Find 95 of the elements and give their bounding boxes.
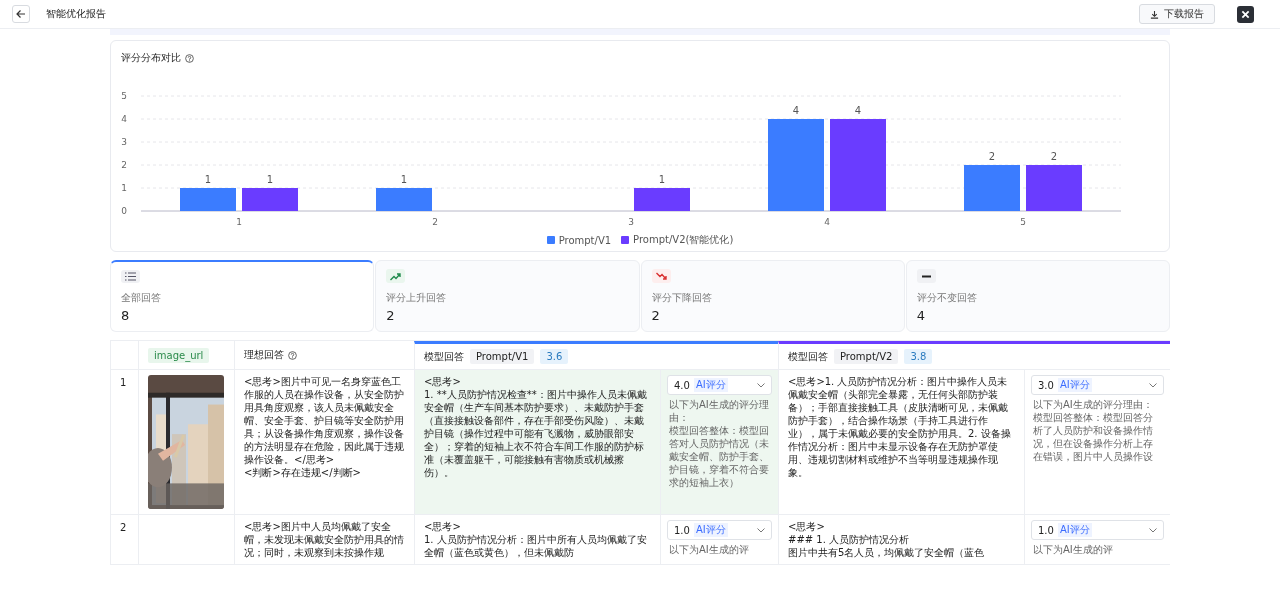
trend-down-icon xyxy=(655,271,667,281)
list-icon xyxy=(125,272,136,281)
bar xyxy=(634,188,690,211)
back-button[interactable] xyxy=(12,5,30,23)
bar xyxy=(180,188,236,211)
bar-value-label: 1 xyxy=(266,174,274,185)
axis-tick-label: 5 xyxy=(121,91,127,101)
score-value: 1.0 xyxy=(1038,524,1054,536)
bar xyxy=(964,165,1020,211)
help-icon[interactable] xyxy=(185,53,194,63)
stat-card[interactable]: 评分下降回答 2 xyxy=(640,260,905,332)
score-select[interactable]: 4.0 AI评分 xyxy=(667,375,772,395)
bar-value-label: 1 xyxy=(658,174,666,185)
chart-title: 评分分布对比 xyxy=(121,51,181,65)
model-answer-text: 1. **人员防护情况检查**：图片中操作人员未佩戴安全帽（生产车间基本防护要求）、未戴防护手套（直接接触设备部件，存在手部受伤风险）、未戴护目镜（操作过程中可能有飞溅物，威胁眼部安全）；穿着的短袖上衣不符合车间工作服的防护标准（未覆盖躯干，可能接触有害物质或机械擦伤）。 xyxy=(424,388,648,479)
score-reason-text: 模型回答整体：模型回答分析了人员防护和设备操作情况，但在设备操作分析上存在错误，图片中人员操作设 xyxy=(1033,411,1154,463)
bar-value-label: 2 xyxy=(1050,151,1058,162)
legend-label[interactable]: Prompt/V1 xyxy=(558,234,612,246)
axis-tick-label: 1 xyxy=(236,217,242,227)
axis-tick-label: 4 xyxy=(824,217,830,227)
ideal-answer-text: <思考>图片中可见一名身穿蓝色工作服的人员在操作设备，从安全防护用具角度观察，该人员未佩戴安全帽、安全手套、护目镜等安全防护用具；从设备操作角度观察，操作设备的方法明显存在危险，因此属于违规操作设备。</思考> xyxy=(244,375,405,466)
ai-score-tag: AI评分 xyxy=(1057,523,1092,537)
score-reason-text: 以下为AI生成的评 xyxy=(1033,543,1114,556)
close-icon xyxy=(1241,9,1250,19)
axis-tick-label: 2 xyxy=(121,160,127,170)
score-reason-text: 模型回答整体：模型回答对人员防护情况（未戴安全帽、防护手套、护目镜，穿着不符合要求的短袖上衣） xyxy=(669,424,770,489)
close-button[interactable] xyxy=(1237,5,1254,23)
caret-icon xyxy=(757,382,765,388)
column-header: 理想回答 xyxy=(244,348,284,362)
score-value: 3.0 xyxy=(1038,379,1054,391)
row-index: 2 xyxy=(110,515,138,564)
score-select[interactable]: 3.0 AI评分 xyxy=(1031,375,1164,395)
trend-up-icon xyxy=(390,271,402,281)
ideal-answer-text: <判断>存在违规</判断> xyxy=(244,466,362,479)
axis-tick-label: 4 xyxy=(121,114,127,124)
back-arrow-icon xyxy=(16,9,26,19)
model-answer-text: ### 1. 人员防护情况分析 xyxy=(788,533,911,546)
score-reason-text: 以下为AI生成的评 xyxy=(669,543,750,556)
stat-label: 评分上升回答 xyxy=(386,291,447,305)
model-answer-text: <思考> xyxy=(424,375,462,388)
ai-score-tag: AI评分 xyxy=(693,378,728,392)
bar xyxy=(1026,165,1082,211)
column-header: 模型回答 xyxy=(424,349,464,364)
score-select[interactable]: 1.0 AI评分 xyxy=(667,520,772,540)
prompt-tag: Prompt/V2 xyxy=(834,349,899,364)
stat-label: 评分不变回答 xyxy=(916,291,977,305)
axis-tick-label: 3 xyxy=(121,137,127,147)
ideal-answer-text: <思考>图片中人员均佩戴了安全帽，未发现未佩戴安全防护用具的情况；同时，未观察到未按操作规 xyxy=(244,520,405,559)
download-button[interactable]: 下载报告 xyxy=(1139,4,1215,24)
bar-value-label: 1 xyxy=(204,174,212,185)
stat-label: 全部回答 xyxy=(121,291,161,305)
legend-label[interactable]: Prompt/V2(智能优化) xyxy=(633,233,734,247)
model-answer-text: <思考>1. 人员防护情况分析：图片中操作人员未佩戴安全帽（头部完全暴露，无任何头部防护装备）；手部直接接触工具（皮肤清晰可见，未佩戴防护手套），结合操作场景（手持工具进行作业），属于未佩戴必要的安全防护用具。2. 设备操作情况分析：图片中未显示设备存在无防护罩使用、违规切割材料或维护不当等明显违规操作现象。 xyxy=(788,375,1012,479)
model-answer-text: <思考> xyxy=(424,520,462,533)
stat-card[interactable]: 全部回答 8 xyxy=(110,260,375,332)
model-answer-text: 图片中共有5名人员，均佩戴了安全帽（蓝色 xyxy=(788,546,986,559)
axis-tick-label: 1 xyxy=(121,183,127,193)
score-reason-text: 以下为AI生成的评分理由： xyxy=(1033,398,1154,411)
bar-value-label: 4 xyxy=(854,105,862,116)
stat-value: 2 xyxy=(651,308,660,323)
caret-icon xyxy=(757,527,765,533)
score-value: 1.0 xyxy=(674,524,690,536)
stat-card[interactable]: 评分不变回答 4 xyxy=(905,260,1170,332)
axis-tick-label: 0 xyxy=(121,206,127,216)
score-select[interactable]: 1.0 AI评分 xyxy=(1031,520,1164,540)
caret-icon xyxy=(1149,527,1157,533)
axis-tick-label: 2 xyxy=(432,217,438,227)
axis-tick-label: 5 xyxy=(1020,217,1026,227)
model-answer-text: <思考> xyxy=(788,520,826,533)
help-icon[interactable] xyxy=(288,350,297,360)
ai-score-tag: AI评分 xyxy=(1057,378,1092,392)
score-badge: 3.6 xyxy=(540,349,569,364)
bar xyxy=(242,188,298,211)
model-answer-text: 1. 人员防护情况分析：图片中所有人员均佩戴了安全帽（蓝色或黄色），但未佩戴防 xyxy=(424,533,648,559)
stat-label: 评分下降回答 xyxy=(651,291,712,305)
column-header: 模型回答 xyxy=(788,349,828,364)
score-badge: 3.8 xyxy=(904,349,933,364)
bar-value-label: 2 xyxy=(988,151,996,162)
caret-icon xyxy=(1149,382,1157,388)
row-index: 1 xyxy=(110,370,138,514)
column-tag: image_url xyxy=(148,347,210,363)
bar xyxy=(376,188,432,211)
prompt-tag: Prompt/V1 xyxy=(470,349,535,364)
axis-tick-label: 3 xyxy=(628,217,634,227)
page-title: 智能优化报告 xyxy=(46,7,106,21)
ai-score-tag: AI评分 xyxy=(693,523,728,537)
stat-value: 8 xyxy=(121,308,130,323)
stat-value: 2 xyxy=(386,308,395,323)
score-reason-text: 以下为AI生成的评分理由： xyxy=(669,398,770,424)
stat-card[interactable]: 评分上升回答 2 xyxy=(375,260,640,332)
score-value: 4.0 xyxy=(674,379,690,391)
bar-value-label: 4 xyxy=(792,105,800,116)
download-icon xyxy=(1150,9,1159,19)
stat-value: 4 xyxy=(916,308,926,323)
bar-value-label: 1 xyxy=(400,174,408,185)
